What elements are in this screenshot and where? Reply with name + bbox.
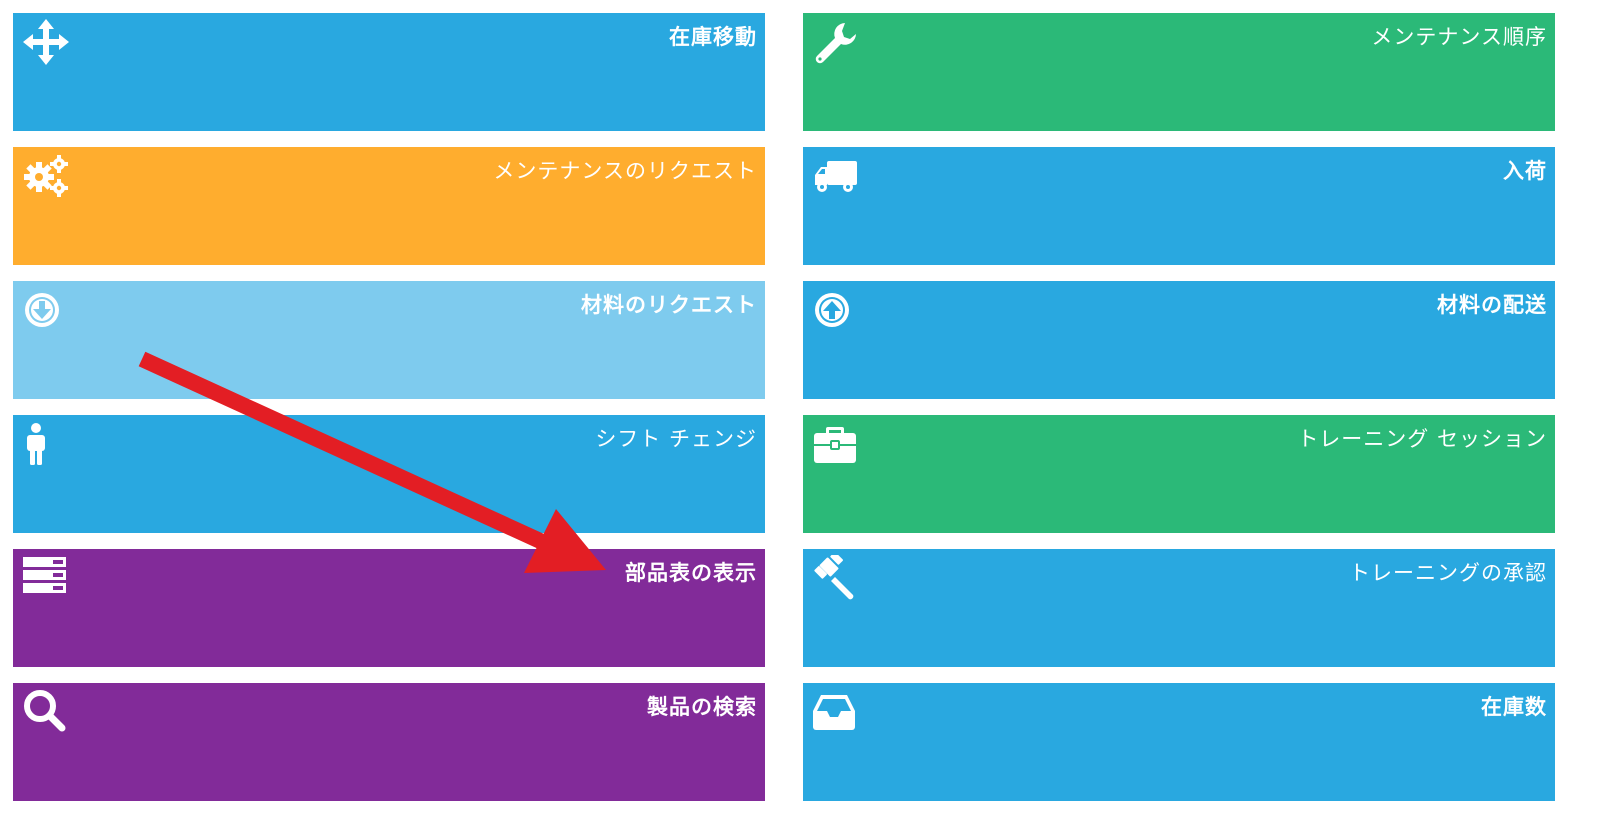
tile-label: 材料のリクエスト — [581, 293, 757, 317]
tile-label: メンテナンスのリクエスト — [493, 159, 757, 183]
tile-label: 入荷 — [1503, 159, 1547, 183]
tile-label: 材料の配送 — [1437, 293, 1547, 317]
tile-label: シフト チェンジ — [595, 427, 757, 451]
circle-arrow-down-icon — [23, 287, 69, 333]
tile-inventory-move[interactable]: 在庫移動 — [13, 13, 765, 131]
truck-icon — [813, 153, 859, 199]
circle-arrow-up-icon — [813, 287, 859, 333]
tile-receiving[interactable]: 入荷 — [803, 147, 1555, 265]
server-stack-icon — [23, 555, 69, 601]
tile-shift-change[interactable]: シフト チェンジ — [13, 415, 765, 533]
tile-label: トレーニングの承認 — [1349, 561, 1547, 585]
tile-training-session[interactable]: トレーニング セッション — [803, 415, 1555, 533]
person-icon — [23, 421, 69, 467]
tile-maintenance-request[interactable]: メンテナンスのリクエスト — [13, 147, 765, 265]
gavel-icon — [813, 555, 859, 601]
tile-label: トレーニング セッション — [1297, 427, 1547, 451]
tile-bom-view[interactable]: 部品表の表示 — [13, 549, 765, 667]
tile-label: 在庫数 — [1481, 695, 1547, 719]
wrench-icon — [813, 19, 859, 65]
move-arrows-icon — [23, 19, 69, 65]
tile-training-approval[interactable]: トレーニングの承認 — [803, 549, 1555, 667]
tile-maintenance-order[interactable]: メンテナンス順序 — [803, 13, 1555, 131]
tile-material-delivery[interactable]: 材料の配送 — [803, 281, 1555, 399]
tile-label: 在庫移動 — [669, 25, 757, 49]
inbox-tray-icon — [813, 689, 859, 735]
tile-label: 部品表の表示 — [625, 561, 757, 585]
tile-product-search[interactable]: 製品の検索 — [13, 683, 765, 801]
tile-label: 製品の検索 — [647, 695, 757, 719]
tile-material-request[interactable]: 材料のリクエスト — [13, 281, 765, 399]
tile-label: メンテナンス順序 — [1371, 25, 1547, 49]
search-icon — [23, 689, 69, 735]
briefcase-icon — [813, 421, 859, 467]
gears-icon — [23, 153, 69, 199]
tile-inventory-count[interactable]: 在庫数 — [803, 683, 1555, 801]
